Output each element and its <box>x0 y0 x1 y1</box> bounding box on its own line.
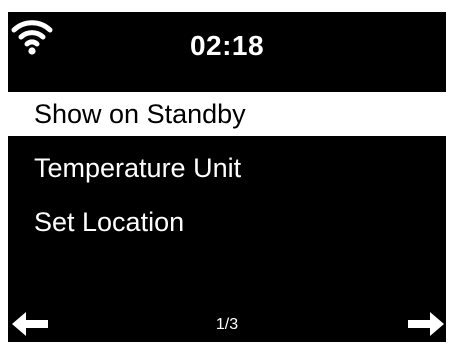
menu-item-set-location[interactable]: Set Location <box>8 200 446 244</box>
footer-bar: 1/3 <box>8 308 446 342</box>
page-indicator: 1/3 <box>215 316 239 333</box>
status-bar: 02:18 <box>8 12 446 80</box>
menu-item-temperature-unit[interactable]: Temperature Unit <box>8 146 446 190</box>
device-screen: 02:18 Show on Standby Temperature Unit S… <box>8 12 446 342</box>
menu-item-show-on-standby[interactable]: Show on Standby <box>8 92 446 136</box>
arrow-right-icon[interactable] <box>408 312 444 336</box>
settings-menu: Show on Standby Temperature Unit Set Loc… <box>8 92 446 244</box>
clock-time: 02:18 <box>189 30 265 61</box>
